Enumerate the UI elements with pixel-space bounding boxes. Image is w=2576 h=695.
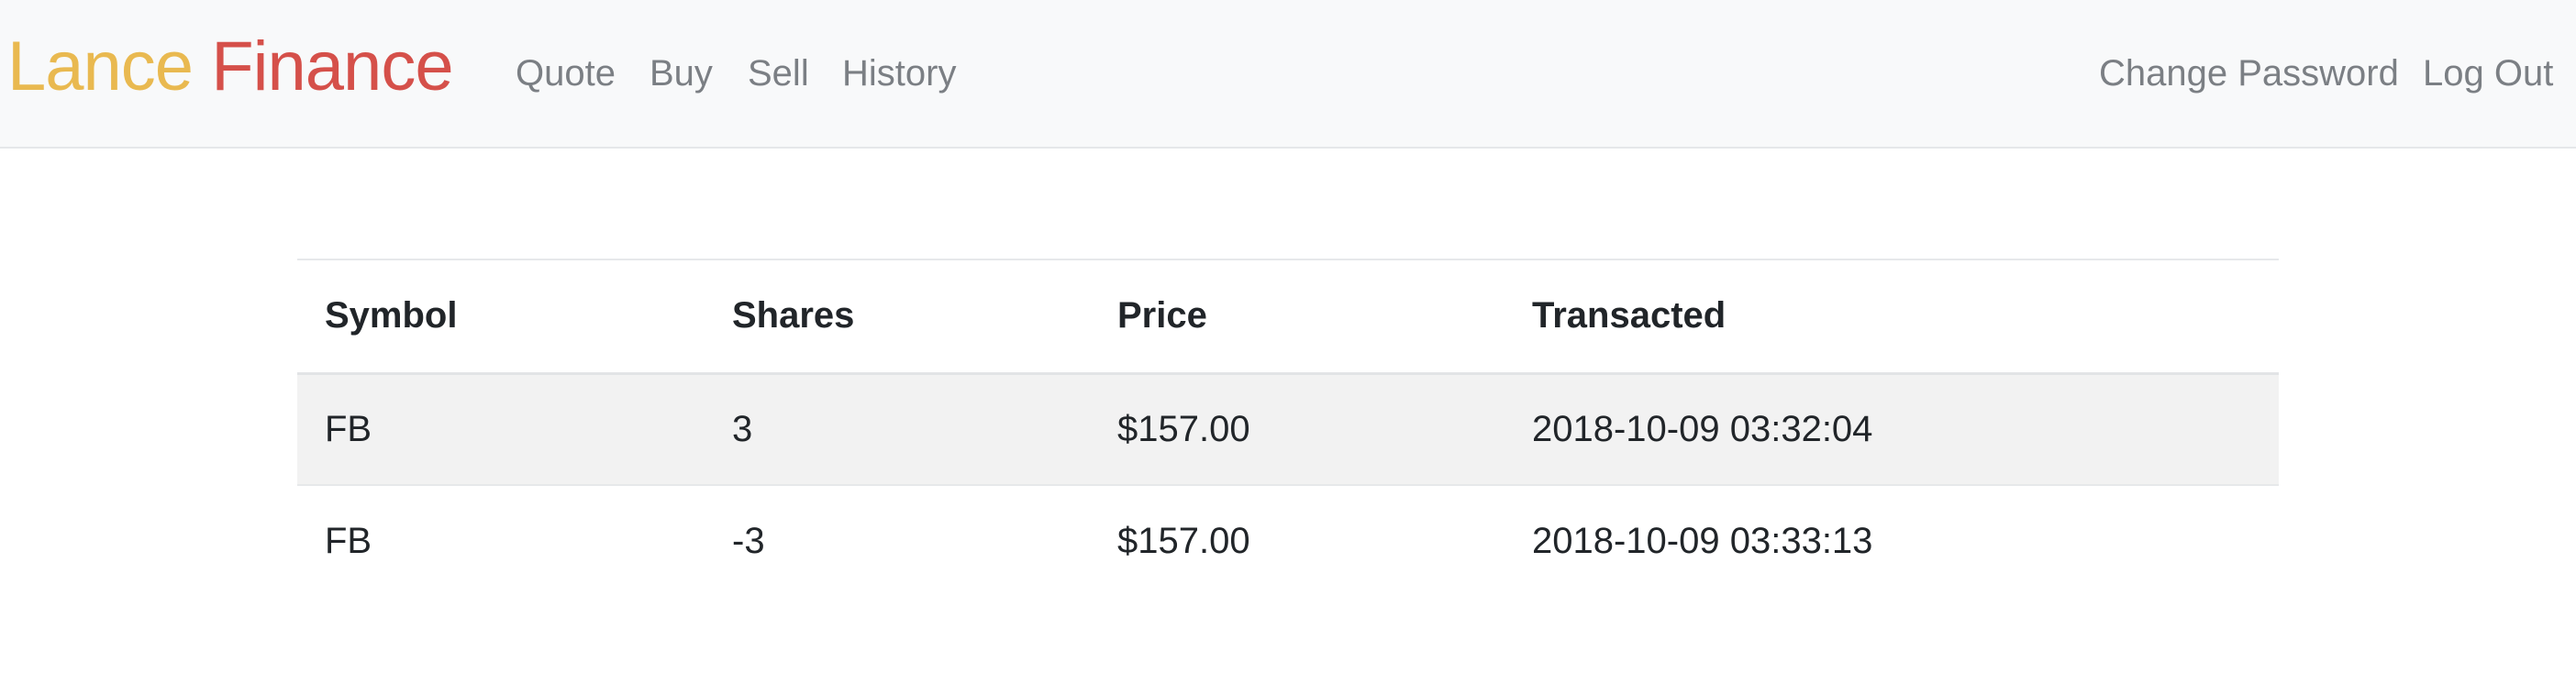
table-row: FB -3 $157.00 2018-10-09 03:33:13 bbox=[297, 485, 2279, 597]
nav-link-history[interactable]: History bbox=[842, 50, 956, 96]
header-price: Price bbox=[1117, 295, 1207, 336]
nav-link-quote[interactable]: Quote bbox=[516, 50, 616, 96]
nav-link-sell[interactable]: Sell bbox=[748, 50, 809, 96]
nav-link-buy[interactable]: Buy bbox=[650, 50, 713, 96]
cell-shares: -3 bbox=[732, 521, 765, 561]
cell-price: $157.00 bbox=[1117, 408, 1250, 449]
history-table-container: Symbol Shares Price Transacted FB 3 $157… bbox=[297, 259, 2279, 597]
header-symbol: Symbol bbox=[325, 295, 458, 336]
header-transacted: Transacted bbox=[1532, 295, 1727, 336]
brand-logo[interactable]: Lance Finance bbox=[7, 26, 454, 108]
nav-link-change-password[interactable]: Change Password bbox=[2099, 50, 2399, 96]
cell-symbol: FB bbox=[325, 408, 372, 449]
cell-symbol: FB bbox=[325, 521, 372, 561]
cell-shares: 3 bbox=[732, 408, 753, 449]
header-shares: Shares bbox=[732, 295, 855, 336]
cell-transacted: 2018-10-09 03:33:13 bbox=[1532, 521, 1873, 561]
cell-price: $157.00 bbox=[1117, 521, 1250, 561]
brand-first-word: Lance bbox=[7, 28, 194, 105]
brand-second-word: Finance bbox=[211, 28, 453, 105]
table-row: FB 3 $157.00 2018-10-09 03:32:04 bbox=[297, 373, 2279, 485]
navbar: Lance Finance Quote Buy Sell History Cha… bbox=[0, 0, 2576, 149]
history-table: Symbol Shares Price Transacted FB 3 $157… bbox=[297, 259, 2279, 597]
nav-link-log-out[interactable]: Log Out bbox=[2423, 50, 2553, 96]
table-header-row: Symbol Shares Price Transacted bbox=[297, 259, 2279, 373]
cell-transacted: 2018-10-09 03:32:04 bbox=[1532, 408, 1873, 449]
